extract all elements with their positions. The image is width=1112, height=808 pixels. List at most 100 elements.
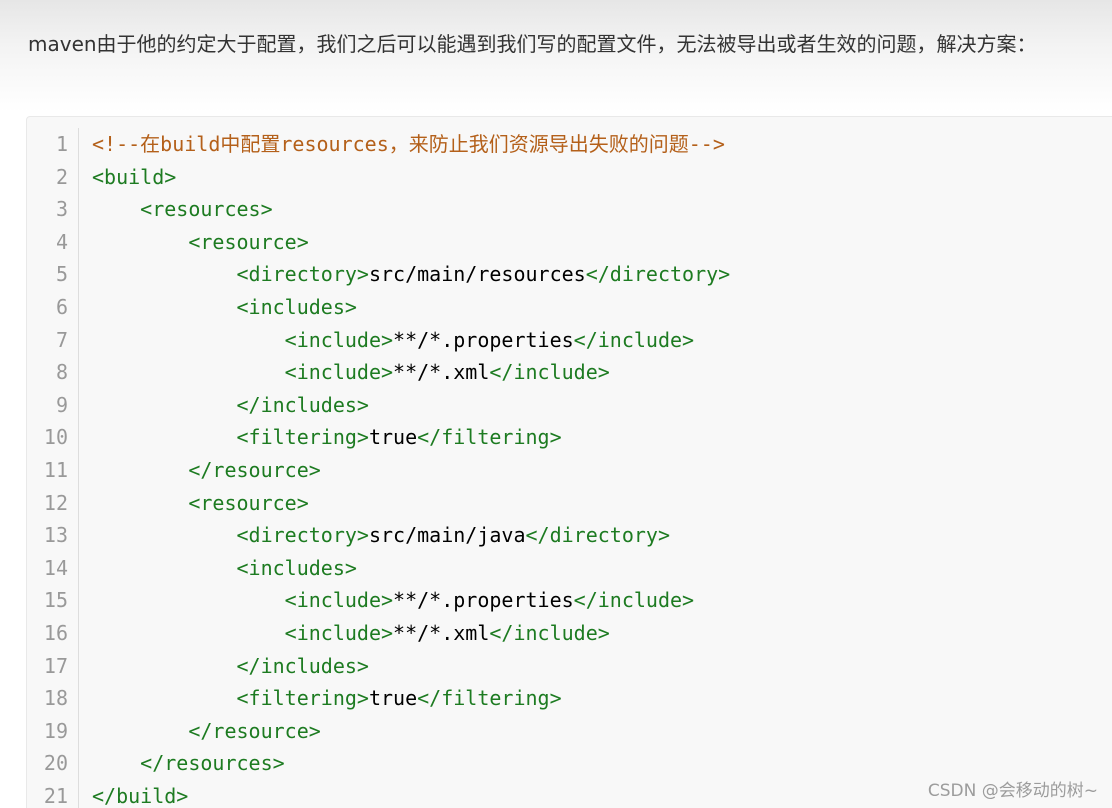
xml-close-tag: </directory> xyxy=(585,262,731,287)
line-number: 16 xyxy=(43,620,68,645)
xml-close-tag: </include> xyxy=(573,327,695,352)
xml-close-tag: </include> xyxy=(489,620,610,645)
code-line: 17 </includes> xyxy=(30,650,730,683)
code-text: <filtering>true</filtering> xyxy=(92,421,562,454)
xml-text-value: true xyxy=(368,686,418,711)
code-content: 1 <!--在build中配置resources，来防止我们资源导出失败的问题--… xyxy=(30,128,730,808)
line-number: 4 xyxy=(55,229,68,254)
xml-open-tag: <build> xyxy=(92,164,177,189)
code-text: </resources> xyxy=(92,747,285,780)
code-text: <include>**/*.properties</include> xyxy=(92,324,694,357)
xml-text-value: **/*.xml xyxy=(393,620,490,645)
code-line: 2 <build> xyxy=(30,161,730,194)
xml-open-tag: </resources> xyxy=(140,751,285,776)
line-number: 10 xyxy=(43,425,68,450)
line-number: 6 xyxy=(55,294,68,319)
line-number: 21 xyxy=(43,783,68,808)
code-text: <include>**/*.xml</include> xyxy=(92,617,610,650)
xml-text-value: **/*.xml xyxy=(393,360,490,385)
code-line: 6 <includes> xyxy=(30,291,730,324)
xml-close-tag: </filtering> xyxy=(417,425,562,450)
code-text: </resource> xyxy=(92,715,321,748)
xml-comment: <!--在build中配置resources，来防止我们资源导出失败的问题--> xyxy=(92,132,725,156)
code-line: 8 <include>**/*.xml</include> xyxy=(30,356,730,389)
xml-open-tag: <directory> xyxy=(236,262,369,287)
code-line: 5 <directory>src/main/resources</directo… xyxy=(30,258,730,291)
line-number: 1 xyxy=(55,132,68,156)
xml-open-tag: <includes> xyxy=(236,294,357,319)
code-line: 3 <resources> xyxy=(30,193,730,226)
code-text: </resource> xyxy=(92,454,320,487)
xml-open-tag: <include> xyxy=(284,620,394,645)
line-number: 11 xyxy=(43,457,68,482)
line-number: 9 xyxy=(55,392,68,417)
xml-close-tag: </directory> xyxy=(525,523,671,548)
xml-open-tag: <include> xyxy=(284,327,394,352)
code-text: <filtering>true</filtering> xyxy=(92,682,562,715)
code-text: <include>**/*.xml</include> xyxy=(92,356,610,389)
xml-open-tag: <resource> xyxy=(188,229,309,254)
line-number: 17 xyxy=(43,653,68,678)
xml-open-tag: <resources> xyxy=(140,197,273,222)
code-text: <includes> xyxy=(92,291,357,324)
code-text: <resources> xyxy=(92,193,273,226)
xml-close-tag: </include> xyxy=(573,588,695,613)
line-number: 14 xyxy=(43,555,68,580)
line-number: 2 xyxy=(55,164,68,189)
xml-text-value: src/main/java xyxy=(368,523,526,548)
code-line: 10 <filtering>true</filtering> xyxy=(30,421,730,454)
code-line: 20 </resources> xyxy=(30,747,730,780)
code-line: 16 <include>**/*.xml</include> xyxy=(30,617,730,650)
line-number: 15 xyxy=(43,588,68,613)
line-number: 19 xyxy=(43,718,68,743)
code-text: </includes> xyxy=(92,389,369,422)
line-number: 12 xyxy=(43,490,68,515)
code-text: <resource> xyxy=(92,487,308,520)
xml-open-tag: <include> xyxy=(284,360,394,385)
xml-text-value: src/main/resources xyxy=(368,262,586,287)
code-line: 1 <!--在build中配置resources，来防止我们资源导出失败的问题--… xyxy=(30,128,730,161)
line-number: 7 xyxy=(55,327,68,352)
xml-text-value: **/*.properties xyxy=(393,588,574,613)
code-line: 13 <directory>src/main/java</directory> xyxy=(30,519,730,552)
line-number: 20 xyxy=(43,751,68,776)
xml-open-tag: <filtering> xyxy=(236,686,369,711)
code-line: 18 <filtering>true</filtering> xyxy=(30,682,730,715)
line-number: 13 xyxy=(43,523,68,548)
code-line: 4 <resource> xyxy=(30,226,730,259)
code-text: <directory>src/main/resources</directory… xyxy=(92,258,731,291)
line-number: 18 xyxy=(43,686,68,711)
line-number: 3 xyxy=(55,197,68,222)
code-text: <build> xyxy=(92,161,176,194)
xml-open-tag: <includes> xyxy=(236,555,357,580)
line-number: 5 xyxy=(55,262,68,287)
code-line: 15 <include>**/*.properties</include> xyxy=(30,584,730,617)
xml-text-value: true xyxy=(368,425,418,450)
code-text: <!--在build中配置resources，来防止我们资源导出失败的问题--> xyxy=(92,128,725,161)
xml-open-tag: <filtering> xyxy=(236,425,369,450)
code-line: 9 </includes> xyxy=(30,389,730,422)
xml-open-tag: </build> xyxy=(92,783,189,808)
xml-open-tag: </resource> xyxy=(188,718,321,743)
xml-close-tag: </include> xyxy=(489,360,610,385)
code-text: <include>**/*.properties</include> xyxy=(92,584,694,617)
xml-open-tag: <directory> xyxy=(236,523,369,548)
xml-close-tag: </filtering> xyxy=(417,686,562,711)
xml-text-value: **/*.properties xyxy=(393,327,574,352)
line-number: 8 xyxy=(55,360,68,385)
